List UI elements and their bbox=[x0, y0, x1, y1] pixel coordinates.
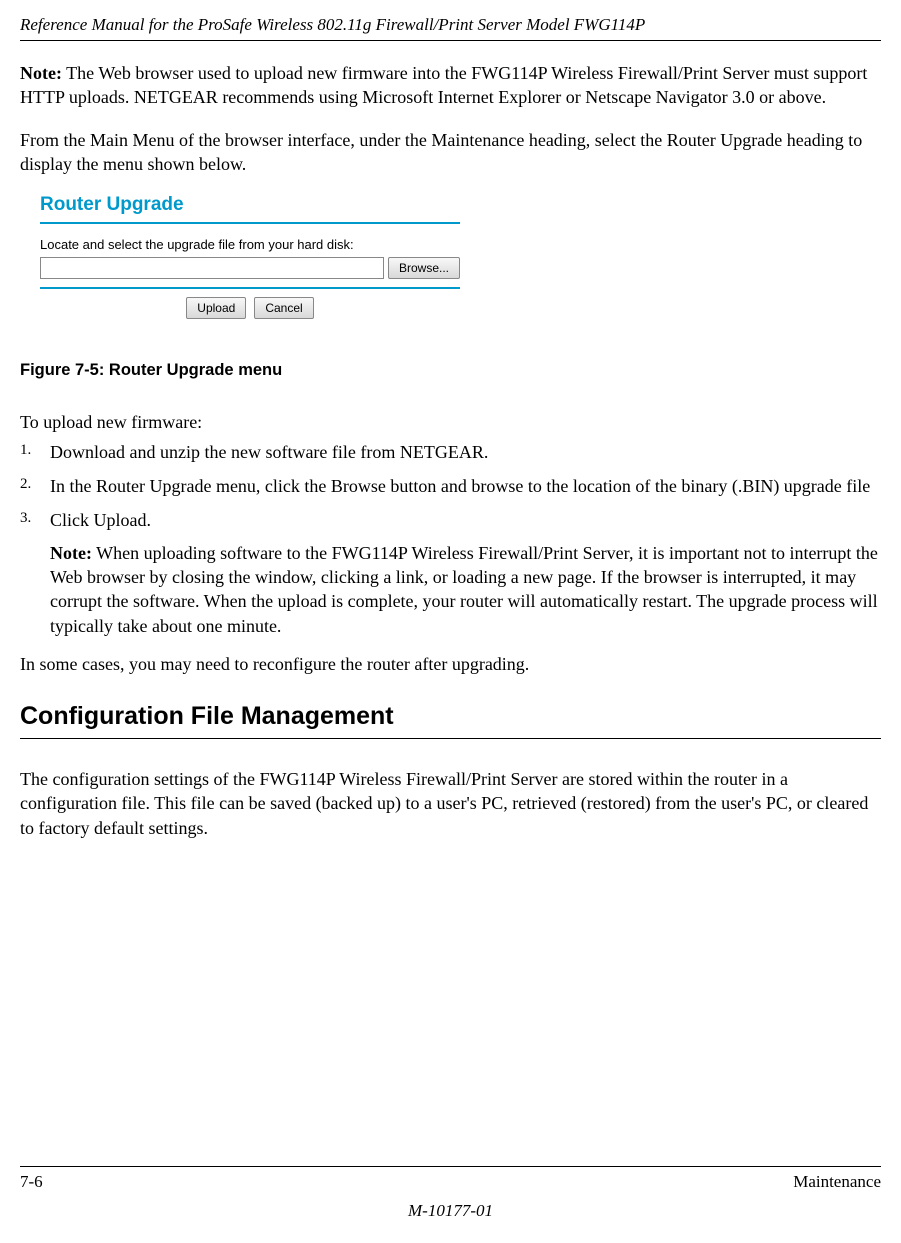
step-number: 1. bbox=[20, 440, 50, 464]
step-note: Note: When uploading software to the FWG… bbox=[50, 541, 881, 638]
upload-button[interactable]: Upload bbox=[186, 297, 246, 319]
page-footer: 7-6 Maintenance M-10177-01 bbox=[20, 1166, 881, 1223]
cancel-button[interactable]: Cancel bbox=[254, 297, 313, 319]
router-upgrade-instruction: Locate and select the upgrade file from … bbox=[40, 236, 460, 254]
step-number: 3. bbox=[20, 508, 50, 637]
paragraph-1: From the Main Menu of the browser interf… bbox=[20, 128, 881, 177]
step-number: 2. bbox=[20, 474, 50, 498]
list-item: 3. Click Upload. Note: When uploading so… bbox=[20, 508, 881, 637]
step-text: In the Router Upgrade menu, click the Br… bbox=[50, 474, 881, 498]
header-title: Reference Manual for the ProSafe Wireles… bbox=[20, 15, 645, 34]
step-note-label: Note: bbox=[50, 543, 92, 563]
section-name: Maintenance bbox=[793, 1171, 881, 1194]
note-text: The Web browser used to upload new firmw… bbox=[20, 63, 867, 107]
document-number: M-10177-01 bbox=[20, 1200, 881, 1223]
file-path-input[interactable] bbox=[40, 257, 384, 279]
list-item: 1. Download and unzip the new software f… bbox=[20, 440, 881, 464]
footer-row: 7-6 Maintenance bbox=[20, 1166, 881, 1194]
note-paragraph: Note: The Web browser used to upload new… bbox=[20, 61, 881, 110]
step-note-text: When uploading software to the FWG114P W… bbox=[50, 543, 878, 636]
step-text: Download and unzip the new software file… bbox=[50, 440, 881, 464]
action-button-row: Upload Cancel bbox=[40, 297, 460, 319]
file-input-row: Browse... bbox=[40, 257, 460, 289]
section-heading: Configuration File Management bbox=[20, 700, 881, 739]
page-header: Reference Manual for the ProSafe Wireles… bbox=[20, 14, 881, 41]
figure-caption: Figure 7-5: Router Upgrade menu bbox=[20, 359, 881, 381]
step-text: Click Upload. bbox=[50, 508, 881, 532]
step-content: Click Upload. Note: When uploading softw… bbox=[50, 508, 881, 637]
router-upgrade-title: Router Upgrade bbox=[40, 192, 460, 224]
page-number: 7-6 bbox=[20, 1171, 43, 1194]
paragraph-3: The configuration settings of the FWG114… bbox=[20, 767, 881, 840]
router-upgrade-panel: Router Upgrade Locate and select the upg… bbox=[40, 192, 460, 319]
browse-button[interactable]: Browse... bbox=[388, 257, 460, 279]
list-intro: To upload new firmware: bbox=[20, 410, 881, 434]
list-item: 2. In the Router Upgrade menu, click the… bbox=[20, 474, 881, 498]
paragraph-2: In some cases, you may need to reconfigu… bbox=[20, 652, 881, 676]
note-label: Note: bbox=[20, 63, 62, 83]
steps-list: 1. Download and unzip the new software f… bbox=[20, 440, 881, 638]
